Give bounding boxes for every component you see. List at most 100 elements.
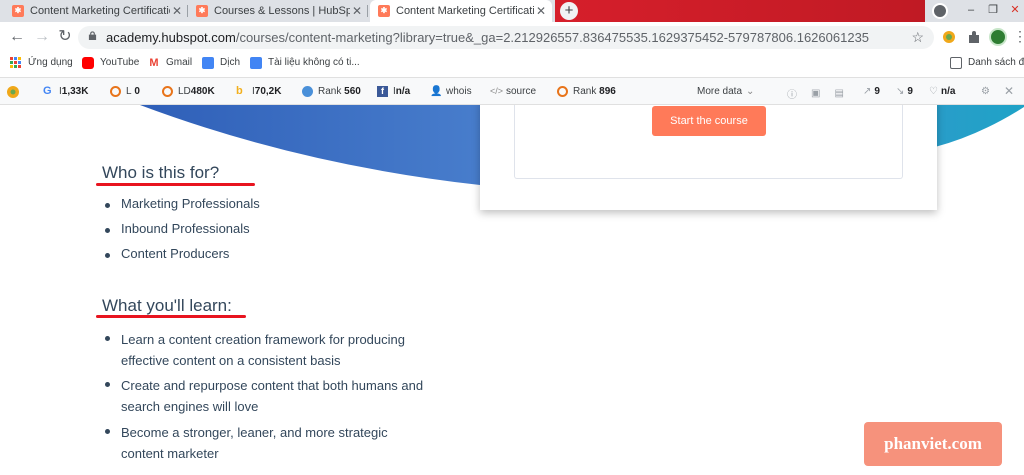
seo-google-index[interactable]: G I 1,33K: [43, 86, 88, 98]
seo-value: 9: [907, 86, 913, 97]
seo-semrush-rank[interactable]: Rank 896: [557, 86, 616, 97]
seo-value: 70,2K: [254, 86, 282, 97]
course-page: Start the course Who is this for? Market…: [0, 105, 1024, 475]
reload-icon[interactable]: ↻: [56, 28, 74, 46]
density-icon: ♡: [929, 86, 938, 97]
seo-label: LD: [178, 86, 191, 97]
seo-internal-links[interactable]: ↘ 9: [896, 86, 913, 97]
start-course-button[interactable]: Start the course: [652, 106, 766, 136]
back-icon[interactable]: ←: [8, 28, 26, 46]
seo-label: source: [506, 86, 537, 97]
bookmark-docs[interactable]: Tài liệu không có ti...: [250, 55, 360, 70]
bookmark-label: Gmail: [166, 57, 193, 68]
bookmarks-bar: Ứng dụng YouTube M Gmail Dịch Tài liệu k…: [0, 52, 1024, 73]
tab-title: Content Marketing Certification Co: [396, 5, 534, 17]
seo-label: Rank: [318, 86, 342, 97]
bookmark-gmail[interactable]: M Gmail: [148, 55, 192, 70]
seo-source[interactable]: </> source: [490, 86, 536, 97]
bookmark-apps[interactable]: Ứng dụng: [10, 55, 73, 70]
diagnosis-icon[interactable]: ▣: [811, 88, 820, 99]
list-item: Marketing Professionals: [105, 196, 260, 221]
chevron-down-icon: ⌄: [746, 86, 755, 97]
docs-icon: [250, 56, 262, 69]
whois-icon: 👤: [430, 86, 443, 97]
list-item-text: content marketer: [121, 446, 219, 461]
seo-value: 560: [344, 86, 361, 97]
reading-list-icon: [950, 56, 962, 69]
close-icon[interactable]: ✕: [350, 4, 364, 18]
seo-bing-index[interactable]: b I 70,2K: [236, 86, 282, 98]
tab-strip-background: [555, 0, 925, 22]
new-tab-button[interactable]: +: [560, 2, 578, 20]
apps-grid-icon: [10, 57, 21, 68]
seo-linking-domains[interactable]: LD 480K: [162, 86, 215, 97]
what-you-learn-heading: What you'll learn:: [102, 296, 232, 315]
hubspot-icon: ✱: [196, 5, 208, 17]
seoquake-toolbar: G I 1,33K L 0 LD 480K b I 70,2K Rank 560 f …: [0, 77, 1024, 105]
list-item-text: Inbound Professionals: [121, 221, 250, 236]
list-item-text: search engines will love: [121, 399, 259, 414]
bookmark-star-icon[interactable]: ☆: [911, 29, 924, 46]
source-code-icon: </>: [490, 86, 504, 96]
bookmark-label: Ứng dụng: [28, 57, 73, 68]
seo-external-links[interactable]: ↗ 9: [863, 86, 880, 97]
info-icon[interactable]: ⓘ: [787, 86, 797, 101]
lock-icon: [88, 31, 97, 40]
tab-courses-lessons[interactable]: ✱ Courses & Lessons | HubSpot Ac ✕: [188, 0, 368, 22]
seoquake-l-icon: [110, 86, 121, 97]
url-bar[interactable]: academy.hubspot.com/courses/content-mark…: [78, 26, 934, 49]
seo-whois[interactable]: 👤 whois: [430, 86, 472, 97]
maximize-button[interactable]: ❐: [982, 0, 1004, 22]
menu-icon[interactable]: ⋮: [1013, 28, 1024, 45]
profile-avatar[interactable]: [989, 28, 1007, 46]
tab-strip: ✱ Content Marketing Certification Co ✕ ✱…: [0, 0, 1024, 22]
seo-density[interactable]: ♡ n/a: [929, 86, 955, 97]
bookmark-translate[interactable]: Dịch: [202, 55, 240, 70]
list-item-text: Content Producers: [121, 246, 230, 261]
seo-value: 9: [874, 86, 880, 97]
list-item: Become a stronger, leaner, and more stra…: [105, 422, 423, 468]
list-item: Learn a content creation framework for p…: [105, 329, 423, 375]
close-icon[interactable]: ✕: [534, 4, 548, 18]
bookmark-reading-list[interactable]: Danh sách đọ: [950, 55, 1024, 70]
forward-icon[interactable]: →: [33, 28, 51, 46]
close-window-button[interactable]: ✕: [1004, 0, 1024, 22]
seoquake-extension-icon[interactable]: [941, 29, 957, 45]
list-item-text: Create and repurpose content that both h…: [121, 378, 424, 393]
seo-value: 480K: [190, 86, 215, 97]
settings-gear-icon[interactable]: ⚙: [981, 86, 990, 97]
seo-value: 896: [599, 86, 616, 97]
close-toolbar-icon[interactable]: ✕: [1004, 84, 1014, 98]
more-data-dropdown[interactable]: More data ⌄: [697, 86, 754, 97]
list-item: Content Producers: [105, 246, 260, 271]
minimize-button[interactable]: –: [960, 0, 982, 22]
seo-rank[interactable]: Rank 560: [302, 86, 361, 97]
external-links-icon: ↗: [863, 86, 872, 97]
seo-extra-icons: ⓘ ▣ ▤: [787, 86, 858, 101]
who-is-this-for-heading: Who is this for?: [102, 163, 220, 182]
tab-content-marketing-active[interactable]: ✱ Content Marketing Certification Co ✕: [370, 0, 552, 22]
tab-content-marketing-1[interactable]: ✱ Content Marketing Certification Co ✕: [4, 0, 188, 22]
bookmark-label: Dịch: [220, 57, 241, 68]
gmail-icon: M: [148, 56, 160, 69]
list-item: Inbound Professionals: [105, 221, 260, 246]
media-control-icon[interactable]: [932, 3, 948, 19]
bookmark-label: YouTube: [100, 57, 140, 68]
tab-title: Content Marketing Certification Co: [30, 5, 170, 17]
close-icon[interactable]: ✕: [170, 4, 184, 18]
seoquake-logo-icon: [7, 86, 19, 98]
seoquake-ld-icon: [162, 86, 173, 97]
list-item-text: Learn a content creation framework for p…: [121, 332, 405, 347]
red-underline-annotation: [96, 315, 246, 318]
list-item-text: effective content on a consistent basis: [121, 353, 341, 368]
seo-links[interactable]: L 0: [110, 86, 140, 97]
bookmark-label: Tài liệu không có ti...: [268, 57, 360, 68]
address-row: ← → ↻ academy.hubspot.com/courses/conten…: [0, 22, 1024, 52]
translate-icon: [202, 56, 214, 69]
learning-outcomes-list: Learn a content creation framework for p…: [105, 329, 423, 468]
report-icon[interactable]: ▤: [834, 88, 843, 99]
extensions-puzzle-icon[interactable]: [966, 29, 982, 45]
seo-facebook[interactable]: f In/a: [377, 86, 410, 97]
bookmark-youtube[interactable]: YouTube: [82, 55, 139, 70]
red-underline-annotation: [96, 183, 255, 186]
